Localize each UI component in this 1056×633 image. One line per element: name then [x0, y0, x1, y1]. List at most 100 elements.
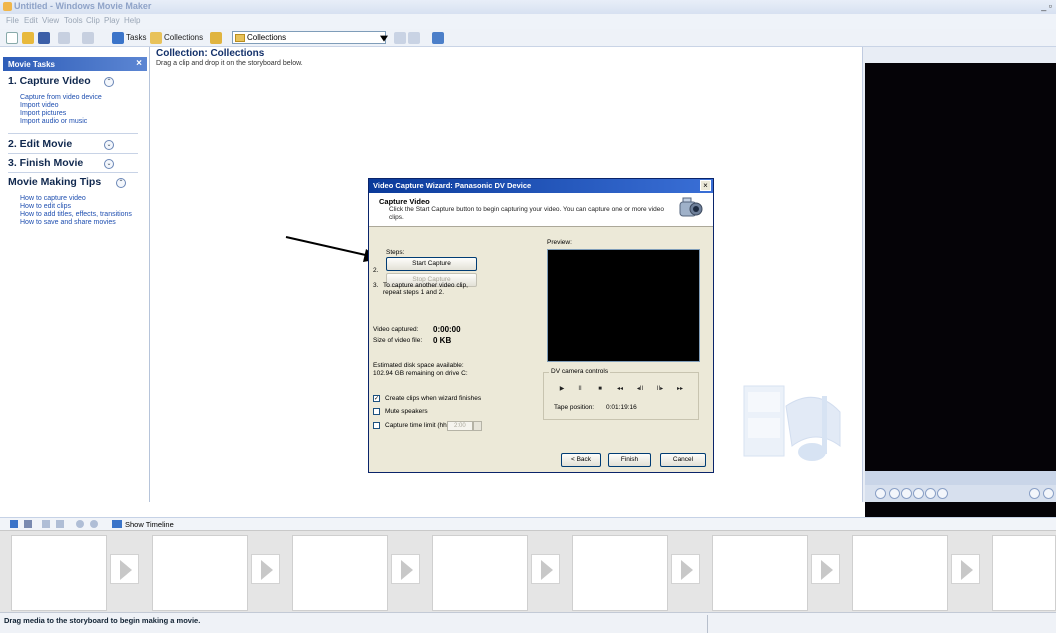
dv-fast-forward-icon[interactable]: ▸▸: [672, 384, 688, 395]
close-icon[interactable]: ×: [700, 180, 711, 191]
storyboard-clip-slot[interactable]: [152, 535, 248, 611]
zoom-icon[interactable]: [1043, 488, 1054, 499]
playback-controls: [865, 485, 1056, 502]
mute-speakers-checkbox[interactable]: [373, 408, 380, 415]
close-icon[interactable]: ×: [136, 58, 142, 69]
video-captured-value: 0:00:00: [433, 325, 461, 334]
tasks-icon[interactable]: [112, 32, 124, 44]
narrate-icon[interactable]: [24, 520, 32, 528]
time-limit-input[interactable]: 2:00: [447, 421, 473, 431]
zoom-out-icon[interactable]: [56, 520, 64, 528]
dv-next-frame-icon[interactable]: II▸: [652, 384, 668, 395]
new-folder-icon[interactable]: [408, 32, 420, 44]
storyboard-clip-slot[interactable]: [572, 535, 668, 611]
menu-edit[interactable]: Edit: [24, 16, 38, 25]
snapshot-icon[interactable]: [1029, 488, 1040, 499]
timeline-icon[interactable]: [112, 520, 122, 528]
dv-pause-icon[interactable]: II: [572, 384, 588, 395]
dv-rewind-icon[interactable]: ◂◂: [612, 384, 628, 395]
play-icon[interactable]: [875, 488, 886, 499]
finish-button[interactable]: Finish: [608, 453, 651, 467]
section-movie-making-tips[interactable]: Movie Making Tips: [8, 176, 101, 188]
menu-help[interactable]: Help: [124, 16, 140, 25]
back-button[interactable]: < Back: [561, 453, 601, 467]
zoom-in-icon[interactable]: [42, 520, 50, 528]
link-import-pictures[interactable]: Import pictures: [20, 110, 66, 117]
transition-slot[interactable]: [110, 554, 139, 584]
capture-preview-screen: [547, 249, 700, 362]
window-controls[interactable]: _ ▫: [1041, 1, 1052, 11]
link-how-to-edit[interactable]: How to edit clips: [20, 203, 71, 210]
step-2-number: 2.: [373, 267, 379, 274]
storyboard-clip-slot[interactable]: [712, 535, 808, 611]
link-import-audio[interactable]: Import audio or music: [20, 118, 87, 125]
transition-slot[interactable]: [391, 554, 420, 584]
collections-button[interactable]: Collections: [164, 33, 203, 42]
storyboard-clip-slot[interactable]: [11, 535, 107, 611]
create-clips-checkbox[interactable]: ✓: [373, 395, 380, 402]
storyboard-clip-slot[interactable]: [292, 535, 388, 611]
storyboard-clip-slot[interactable]: [852, 535, 948, 611]
seek-bar[interactable]: [865, 471, 1056, 485]
menu-tools[interactable]: Tools: [64, 16, 83, 25]
chevron-down-icon[interactable]: ⌄: [104, 159, 114, 169]
section-capture-video[interactable]: 1. Capture Video: [8, 75, 91, 87]
chevron-up-icon[interactable]: ⌃: [116, 178, 126, 188]
storyboard-icon[interactable]: [10, 520, 18, 528]
show-timeline-button[interactable]: Show Timeline: [125, 520, 174, 529]
rewind-icon[interactable]: [76, 520, 84, 528]
transition-slot[interactable]: [671, 554, 700, 584]
stop-icon[interactable]: [889, 488, 900, 499]
transition-slot[interactable]: [811, 554, 840, 584]
cancel-button[interactable]: Cancel: [660, 453, 706, 467]
chevron-up-icon[interactable]: ⌃: [104, 77, 114, 87]
dv-play-icon[interactable]: ▶: [554, 384, 570, 395]
chevron-down-icon[interactable]: ⌄: [104, 140, 114, 150]
storyboard-clip-slot[interactable]: [432, 535, 528, 611]
preview-label: Preview:: [547, 239, 572, 246]
menu-view[interactable]: View: [42, 16, 59, 25]
menu-play[interactable]: Play: [104, 16, 120, 25]
collections-icon[interactable]: [150, 32, 162, 44]
previous-frame-icon[interactable]: [901, 488, 912, 499]
status-divider: [707, 615, 708, 633]
menu-clip[interactable]: Clip: [86, 16, 100, 25]
disk-space-label: Estimated disk space available:: [373, 362, 464, 369]
dv-stop-icon[interactable]: ■: [592, 384, 608, 395]
movie-tasks-header: Movie Tasks ×: [3, 57, 147, 71]
undo-icon[interactable]: [58, 32, 70, 44]
split-icon[interactable]: [937, 488, 948, 499]
link-how-to-add-titles[interactable]: How to add titles, effects, transitions: [20, 211, 132, 218]
open-project-icon[interactable]: [22, 32, 34, 44]
redo-icon[interactable]: [82, 32, 94, 44]
collection-select-value: Collections: [247, 33, 287, 42]
transition-slot[interactable]: [251, 554, 280, 584]
dv-previous-frame-icon[interactable]: ◂II: [632, 384, 648, 395]
title-bar: Untitled - Windows Movie Maker _ ▫: [0, 0, 1056, 14]
views-icon[interactable]: [432, 32, 444, 44]
time-limit-checkbox[interactable]: [373, 422, 380, 429]
section-edit-movie[interactable]: 2. Edit Movie: [8, 138, 72, 150]
link-how-to-capture[interactable]: How to capture video: [20, 195, 86, 202]
link-import-video[interactable]: Import video: [20, 102, 59, 109]
app-icon: [3, 2, 12, 11]
transition-slot[interactable]: [531, 554, 560, 584]
next-frame-icon[interactable]: [913, 488, 924, 499]
camcorder-icon: [679, 197, 703, 217]
status-bar: Drag media to the storyboard to begin ma…: [0, 612, 1056, 633]
link-how-to-save-share[interactable]: How to save and share movies: [20, 219, 116, 226]
up-icon[interactable]: [394, 32, 406, 44]
transition-slot[interactable]: [951, 554, 980, 584]
link-capture-from-device[interactable]: Capture from video device: [20, 94, 102, 101]
start-capture-button[interactable]: Start Capture: [386, 257, 477, 271]
fullscreen-icon[interactable]: [925, 488, 936, 499]
collection-select[interactable]: Collections: [232, 31, 386, 44]
time-limit-spinner[interactable]: [473, 421, 482, 431]
storyboard-clip-slot[interactable]: [992, 535, 1056, 611]
menu-file[interactable]: File: [6, 16, 19, 25]
new-project-icon[interactable]: [6, 32, 18, 44]
play-storyboard-icon[interactable]: [90, 520, 98, 528]
section-finish-movie[interactable]: 3. Finish Movie: [8, 157, 83, 169]
tasks-button[interactable]: Tasks: [126, 33, 146, 42]
save-project-icon[interactable]: [38, 32, 50, 44]
